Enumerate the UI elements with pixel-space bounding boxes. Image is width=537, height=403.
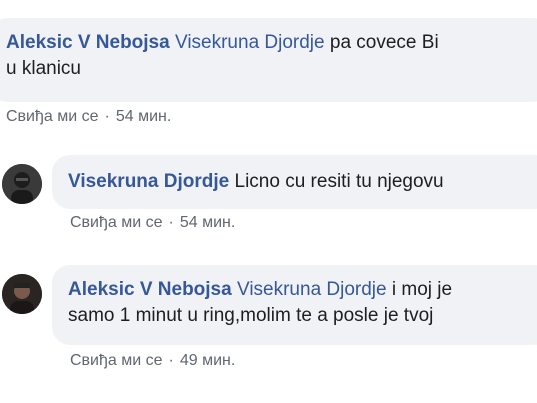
comment-mention[interactable]: Visekruna Djordje [175,32,325,53]
comment-line-2: u klanicu [6,58,81,79]
like-link[interactable]: Свиђа ми се [70,352,163,369]
comment-time[interactable]: 54 мин. [116,108,171,125]
comment-line-1: Aleksic V Nebojsa Visekruna Djordje pa c… [6,30,537,56]
comment-bubble-2: Visekruna Djordje Licno cu resiti tu nje… [52,155,537,209]
avatar[interactable] [2,164,42,204]
comment-author[interactable]: Aleksic V Nebojsa [6,32,170,53]
comment-bubble-1: Aleksic V Nebojsa Visekruna Djordje pa c… [0,18,537,102]
comment-text: i moj je [386,279,453,300]
meta-separator: · [104,108,110,125]
comment-meta-1: Свиђа ми се · 54 мин. [6,108,171,126]
comment-line-1: Aleksic V Nebojsa Visekruna Djordje i mo… [68,277,537,303]
like-link[interactable]: Свиђа ми се [6,108,99,125]
comment-text: Licno cu resiti tu njegovu [229,171,444,192]
comment-time[interactable]: 54 мин. [180,214,235,231]
comment-meta-2: Свиђа ми се · 54 мин. [70,214,235,232]
comment-author[interactable]: Aleksic V Nebojsa [68,279,232,300]
comment-meta-3: Свиђа ми се · 49 мин. [70,352,235,370]
comment-time[interactable]: 49 мин. [180,352,235,369]
comment-bubble-3: Aleksic V Nebojsa Visekruna Djordje i mo… [52,265,537,345]
avatar[interactable] [2,274,42,314]
meta-separator: · [168,214,174,231]
comment-thread: Aleksic V Nebojsa Visekruna Djordje pa c… [0,0,537,403]
meta-separator: · [168,352,174,369]
comment-author[interactable]: Visekruna Djordje [68,171,229,192]
comment-line-2: samo 1 minut u ring,molim te a posle je … [68,305,434,326]
comment-mention[interactable]: Visekruna Djordje [237,279,387,300]
like-link[interactable]: Свиђа ми се [70,214,163,231]
comment-text: pa covece Bi [324,32,439,53]
